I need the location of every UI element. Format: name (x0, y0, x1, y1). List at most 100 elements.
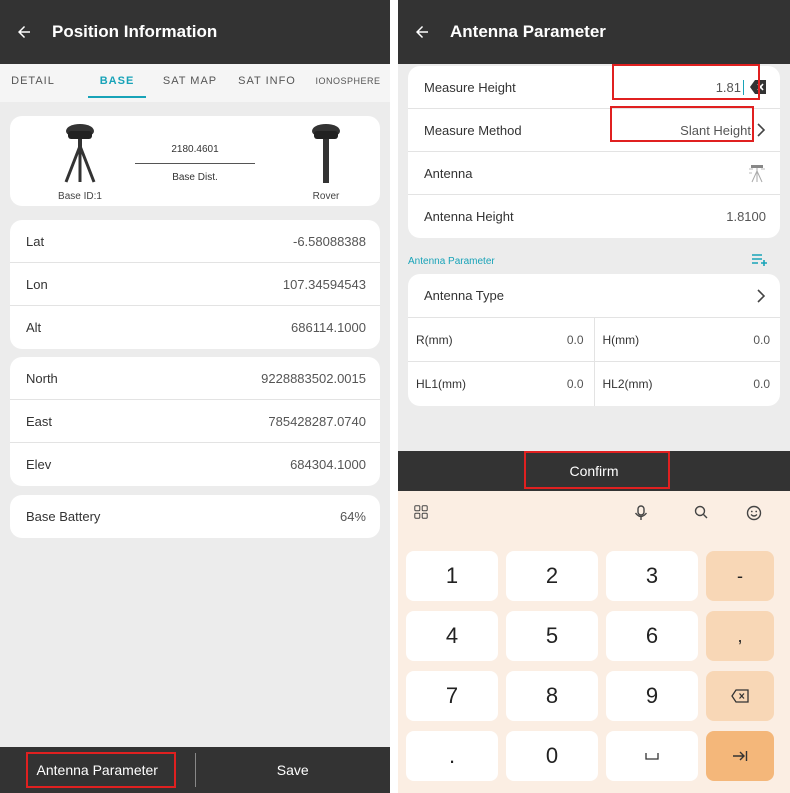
grid-row-east: East 785428287.0740 (10, 400, 380, 443)
key-comma[interactable]: , (706, 611, 774, 661)
param-hl1[interactable]: HL1(mm) 0.0 (408, 362, 594, 406)
back-button[interactable] (398, 0, 446, 64)
row-value: 107.34594543 (282, 276, 366, 292)
row-label: East (26, 413, 53, 429)
row-label: Elev (26, 457, 52, 472)
param-h[interactable]: H(mm) 0.0 (593, 318, 781, 361)
coord-row-lat: Lat -6.58088388 (10, 220, 380, 263)
antenna-height-row: Antenna Height 1.8100 (408, 195, 780, 238)
row-label: Antenna Height (424, 209, 514, 224)
row-label: Alt (26, 320, 42, 335)
base-id-label: Base ID:1 (58, 191, 102, 202)
chevron-right-icon (757, 288, 766, 303)
rover-receiver-pole-icon (312, 124, 340, 183)
coord-row-lon: Lon 107.34594543 (10, 263, 380, 306)
row-value: 686114.1000 (291, 320, 366, 335)
key-0[interactable]: 0 (506, 731, 598, 781)
row-label: Lat (26, 233, 45, 249)
param-label: HL2(mm) (602, 377, 653, 391)
key-2[interactable]: 2 (506, 551, 598, 601)
param-row-2: HL1(mm) 0.0 HL2(mm) 0.0 (408, 362, 780, 406)
search-icon[interactable] (694, 505, 708, 519)
antenna-type-row[interactable]: Antenna Type (408, 274, 780, 318)
row-value: 9228883502.0015 (261, 370, 366, 386)
row-value: 785428287.0740 (268, 413, 366, 429)
page-title: Position Information (52, 22, 218, 41)
base-receiver-tripod-icon (64, 124, 96, 183)
param-r[interactable]: R(mm) 0.0 (408, 318, 594, 361)
row-label: Antenna Type (424, 288, 504, 303)
emoji-icon[interactable] (746, 505, 762, 521)
battery-card: Base Battery 64% (10, 495, 380, 538)
keyboard-toolbar (398, 491, 790, 543)
tab-base[interactable]: BASE (82, 64, 152, 102)
key-3[interactable]: 3 (606, 551, 698, 601)
position-information-screen: Position Information DETAIL BASE SAT MAP… (0, 0, 390, 793)
key-backspace[interactable] (706, 671, 774, 721)
grid-row-north: North 9228883502.0015 (10, 357, 380, 400)
antenna-row[interactable]: Antenna (408, 152, 780, 195)
key-space[interactable] (606, 731, 698, 781)
tab-detail[interactable]: DETAIL (0, 64, 66, 102)
key-dot[interactable]: . (406, 731, 498, 781)
param-label: H(mm) (602, 332, 640, 347)
param-label: HL1(mm) (416, 377, 466, 391)
save-button[interactable]: Save (196, 747, 391, 793)
apps-grid-icon[interactable] (414, 505, 428, 519)
param-value: 0.0 (566, 332, 584, 347)
battery-value: 64% (339, 509, 366, 524)
antenna-parameter-button[interactable]: Antenna Parameter (0, 747, 195, 793)
page-title: Antenna Parameter (450, 22, 606, 41)
row-label: North (26, 370, 58, 386)
antenna-parameter-section-label: Antenna Parameter (408, 256, 495, 267)
tab-next-icon (733, 751, 748, 761)
coord-row-alt: Alt 686114.1000 (10, 306, 380, 349)
tab-sat-map[interactable]: SAT MAP (152, 64, 228, 102)
app-bar: Antenna Parameter (398, 0, 790, 64)
param-value: 0.0 (753, 332, 770, 347)
base-distance: 2180.4601 Base Dist. (135, 144, 255, 183)
key-5[interactable]: 5 (506, 611, 598, 661)
back-button[interactable] (0, 0, 48, 64)
param-label: R(mm) (416, 332, 453, 347)
bottom-action-bar: Antenna Parameter Save (0, 747, 390, 793)
row-value: -6.58088388 (292, 233, 366, 249)
antenna-parameter-screen: Antenna Parameter Measure Height 1.81 Me… (398, 0, 790, 793)
key-9[interactable]: 9 (606, 671, 698, 721)
chevron-right-icon (757, 123, 766, 137)
key-minus[interactable]: - (706, 551, 774, 601)
confirm-button[interactable]: Confirm (398, 451, 790, 491)
base-distance-card: Base ID:1 2180.4601 Base Dist. Rover (10, 116, 380, 206)
grid-coordinates-card: North 9228883502.0015 East 785428287.0740 … (10, 357, 380, 486)
row-label: Lon (26, 276, 48, 292)
param-value: 0.0 (753, 377, 770, 391)
param-hl2[interactable]: HL2(mm) 0.0 (593, 362, 781, 406)
key-next[interactable] (706, 731, 774, 781)
antenna-type-card: Antenna Type R(mm) 0.0 H(mm) 0.0 HL1(mm) 0.… (408, 274, 780, 406)
tab-ionosphere[interactable]: IONOSPHERE (306, 64, 390, 102)
tab-sat-info[interactable]: SAT INFO (228, 64, 306, 102)
measure-height-input[interactable]: 1.81 (716, 79, 744, 95)
key-7[interactable]: 7 (406, 671, 498, 721)
base-distance-value: 2180.4601 (171, 144, 219, 155)
measure-card: Measure Height 1.81 Measure Method Slant… (408, 66, 780, 238)
key-4[interactable]: 4 (406, 611, 498, 661)
backspace-icon (731, 689, 749, 703)
key-6[interactable]: 6 (606, 611, 698, 661)
arrow-left-icon (18, 26, 30, 38)
microphone-icon[interactable] (634, 505, 648, 521)
row-label: Measure Height (424, 79, 516, 95)
key-1[interactable]: 1 (406, 551, 498, 601)
space-bar-icon (645, 753, 659, 760)
playlist-add-icon[interactable] (752, 253, 768, 267)
param-value: 0.0 (566, 377, 584, 391)
key-8[interactable]: 8 (506, 671, 598, 721)
arrow-left-icon (416, 26, 428, 38)
base-distance-label: Base Dist. (172, 172, 218, 183)
measure-method-row[interactable]: Measure Method Slant Height (408, 109, 780, 152)
measure-method-value: Slant Height (680, 122, 751, 138)
geodetic-coordinates-card: Lat -6.58088388 Lon 107.34594543 Alt 686114… (10, 220, 380, 349)
backspace-icon[interactable] (750, 80, 766, 94)
tab-bar: DETAIL BASE SAT MAP SAT INFO IONOSPHERE (0, 64, 390, 102)
row-label: Base Battery (26, 509, 101, 524)
